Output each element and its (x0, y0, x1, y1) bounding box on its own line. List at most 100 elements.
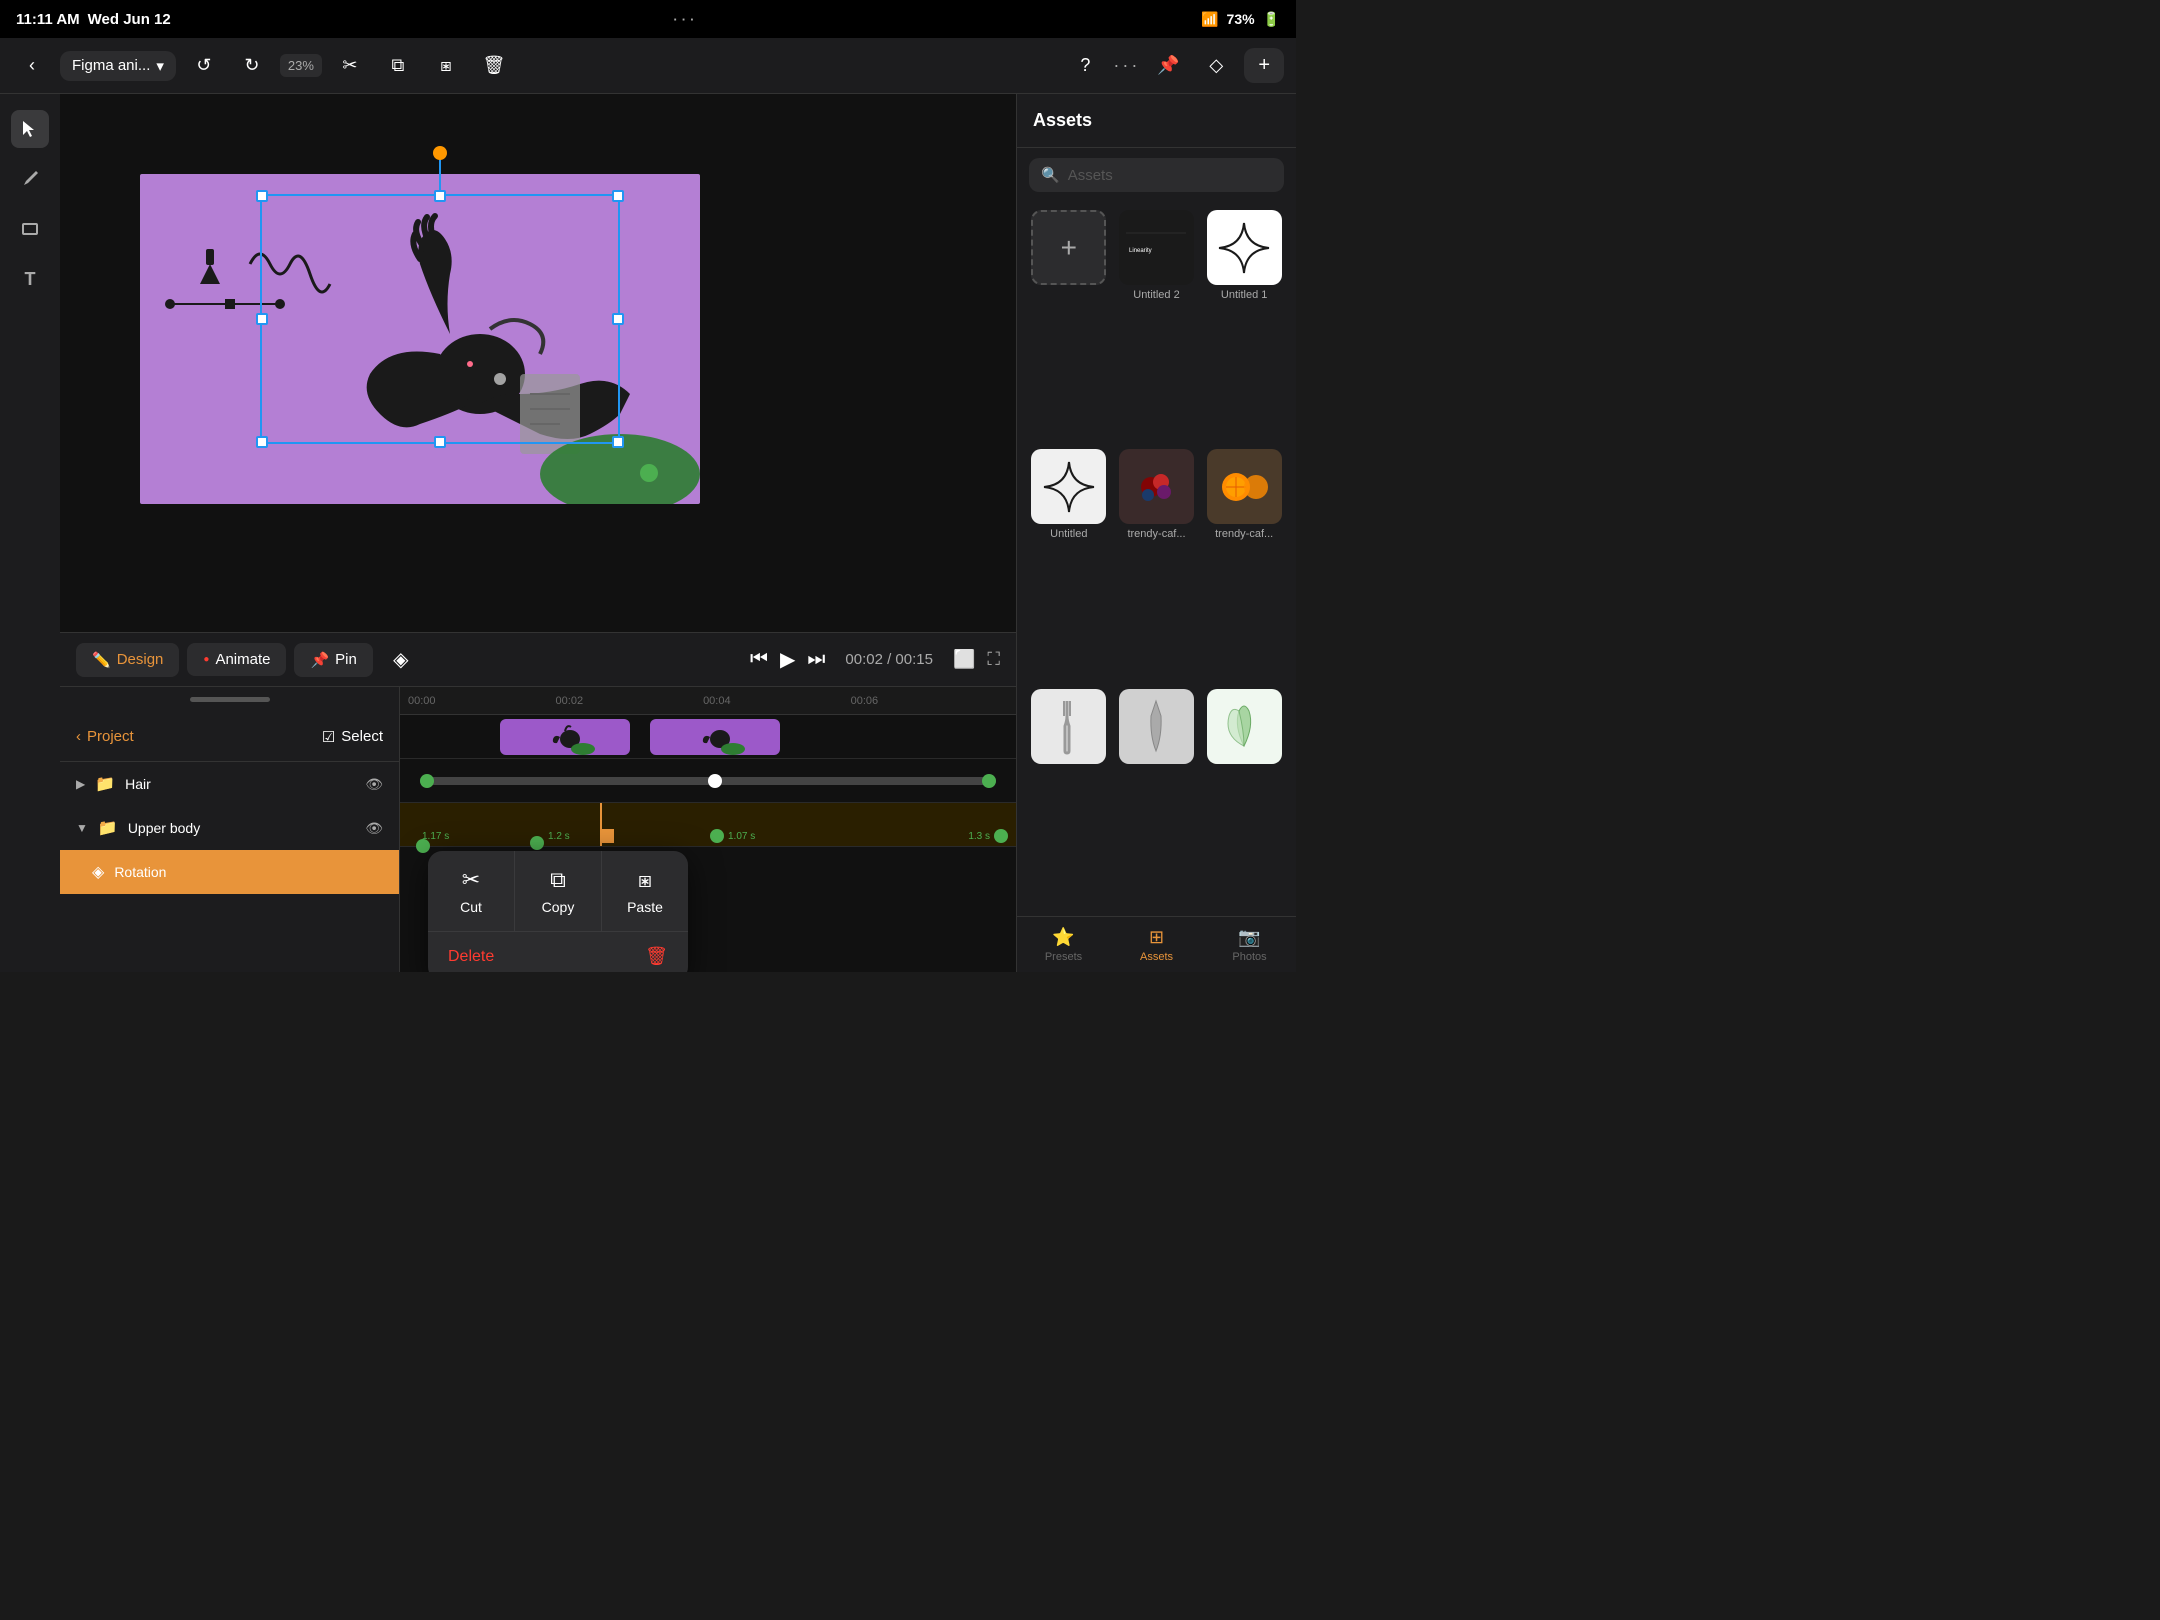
berries-label: trendy-caf... (1127, 528, 1185, 540)
toolbar: ‹ Figma ani... ▾ ↺ ↻ 23% ✂ ⧉ ⧆ 🗑 ? ··· 📌… (0, 38, 1296, 94)
layer-name-hair: Hair (125, 776, 355, 792)
dot-end-upper (982, 774, 996, 788)
layer-item-rotation[interactable]: ◈ Rotation (60, 850, 399, 894)
scroll-indicator-container (60, 687, 399, 712)
paste-button[interactable]: ⧆ (426, 46, 466, 86)
pin-icon: 📌 (310, 651, 329, 669)
animate-mode-button[interactable]: ● Animate (187, 643, 286, 676)
zoom-level[interactable]: 23% (280, 54, 322, 77)
frame-icon[interactable]: ⬜ (953, 649, 975, 670)
project-select-bar: ‹ Project ☑ Select (60, 712, 399, 762)
asset-add[interactable]: + (1029, 210, 1109, 441)
paste-label: Paste (627, 899, 663, 915)
context-menu-top-row: ✂ Cut ⧉ Copy ⧆ Paste (428, 851, 688, 932)
asset-knife[interactable] (1117, 689, 1197, 908)
knife-thumb (1119, 689, 1194, 764)
timing-label-4: 1.3 s (968, 831, 990, 842)
main-layout: T (0, 94, 1296, 972)
layer-item-upper-body[interactable]: ▼ 📁 Upper body 👁 (60, 806, 399, 850)
search-placeholder: Assets (1068, 167, 1113, 184)
assets-search[interactable]: 🔍 Assets (1029, 158, 1284, 192)
redo-button[interactable]: ↻ (232, 46, 272, 86)
pin-tool-button[interactable]: 📌 (1148, 46, 1188, 86)
tab-presets[interactable]: ⭐ Presets (1017, 917, 1110, 972)
expand-icon[interactable]: ⛶ (987, 649, 1000, 670)
presets-icon: ⭐ (1052, 927, 1074, 948)
status-bar: 11:11 AM Wed Jun 12 ··· 📶 73% 🔋 (0, 0, 1296, 38)
visibility-icon-upper[interactable]: 👁 (365, 820, 383, 837)
asset-untitled1[interactable]: Untitled 1 (1204, 210, 1284, 441)
search-icon: 🔍 (1041, 166, 1060, 184)
photos-label: Photos (1232, 951, 1266, 963)
rectangle-tool[interactable] (11, 210, 49, 248)
clip-hair-1[interactable] (500, 719, 630, 755)
clip-hair-2[interactable] (650, 719, 780, 755)
project-title-text: Figma ani... (72, 57, 150, 74)
more-options-icon[interactable]: ··· (1113, 55, 1140, 76)
back-button[interactable]: ‹ (12, 46, 52, 86)
asset-berries[interactable]: trendy-caf... (1117, 449, 1197, 680)
battery-icon: 🔋 (1263, 11, 1280, 28)
timeline-area: ‹ Project ☑ Select ▶ 📁 Hair 👁 (60, 687, 1016, 972)
center-dots: ··· (673, 12, 698, 27)
rewind-button[interactable]: ⏮ (750, 648, 768, 671)
project-title[interactable]: Figma ani... ▾ (60, 51, 176, 81)
select-button[interactable]: ☑ Select (322, 728, 383, 746)
select-tool[interactable] (11, 110, 49, 148)
timeline-content: 00:00 00:02 00:04 00:06 (400, 687, 1016, 972)
time-display: 00:02 / 00:15 (845, 651, 933, 668)
track-upper-body (400, 759, 1016, 803)
help-button[interactable]: ? (1065, 46, 1105, 86)
pen-tool[interactable] (11, 160, 49, 198)
folder-icon-upper: 📁 (98, 818, 118, 838)
add-keyframe-button[interactable]: ◈ (381, 640, 421, 680)
text-tool[interactable]: T (11, 260, 49, 298)
asset-untitled[interactable]: Untitled (1029, 449, 1109, 680)
layer-name-rotation: Rotation (114, 864, 383, 880)
tab-photos[interactable]: 📷 Photos (1203, 917, 1296, 972)
collapse-arrow-upper: ▼ (76, 821, 88, 835)
pin-label: Pin (335, 651, 357, 668)
cut-menu-item[interactable]: ✂ Cut (428, 851, 515, 931)
timeline-tracks: 2 ✂ Cut ⧉ (400, 715, 1016, 847)
ruler-06: 00:06 (851, 695, 879, 707)
assets-panel: Assets 🔍 Assets + Linearity (1016, 94, 1296, 972)
untitled-label: Untitled (1050, 528, 1087, 540)
status-left: 11:11 AM Wed Jun 12 (16, 11, 171, 28)
upper-body-bar (420, 777, 996, 785)
asset-orange[interactable]: trendy-caf... (1204, 449, 1284, 680)
delete-menu-item[interactable]: Delete 🗑 (428, 932, 688, 972)
canvas-area: ✏️ Design ● Animate 📌 Pin ◈ ⏮ ▶ ⏭ (60, 94, 1016, 972)
asset-fork[interactable] (1029, 689, 1109, 908)
visibility-icon-hair[interactable]: 👁 (365, 776, 383, 793)
copy-icon: ⧉ (550, 867, 566, 893)
asset-leaves[interactable] (1204, 689, 1284, 908)
tab-assets[interactable]: ⊞ Assets (1110, 917, 1203, 972)
fast-forward-button[interactable]: ⏭ (807, 648, 825, 671)
paste-menu-item[interactable]: ⧆ Paste (602, 851, 688, 931)
cut-button[interactable]: ✂ (330, 46, 370, 86)
add-button[interactable]: + (1244, 48, 1284, 83)
copy-menu-item[interactable]: ⧉ Copy (515, 851, 602, 931)
date: Wed Jun 12 (88, 11, 171, 28)
undo-button[interactable]: ↺ (184, 46, 224, 86)
pin-mode-button[interactable]: 📌 Pin (294, 643, 372, 677)
chevron-down-icon: ▾ (156, 57, 164, 75)
project-button[interactable]: ‹ Project (76, 728, 134, 745)
play-button[interactable]: ▶ (780, 647, 795, 672)
berries-thumb (1119, 449, 1194, 524)
asset-untitled2[interactable]: Linearity Untitled 2 (1117, 210, 1197, 441)
layer-item-hair[interactable]: ▶ 📁 Hair 👁 (60, 762, 399, 806)
rotation-handle[interactable] (433, 146, 447, 160)
track-hair (400, 715, 1016, 759)
chevron-left-icon: ‹ (76, 728, 81, 745)
timing-dot-2 (530, 836, 544, 850)
assets-tabs: ⭐ Presets ⊞ Assets 📷 Photos (1017, 916, 1296, 972)
design-mode-button[interactable]: ✏️ Design (76, 643, 179, 677)
delete-button[interactable]: 🗑 (474, 46, 514, 86)
context-menu: ✂ Cut ⧉ Copy ⧆ Paste (428, 851, 688, 972)
diamond-button[interactable]: ◇ (1196, 46, 1236, 86)
timing-label-1: 1.17 s (422, 831, 449, 842)
canvas-frame[interactable] (140, 174, 700, 504)
copy-button[interactable]: ⧉ (378, 46, 418, 86)
